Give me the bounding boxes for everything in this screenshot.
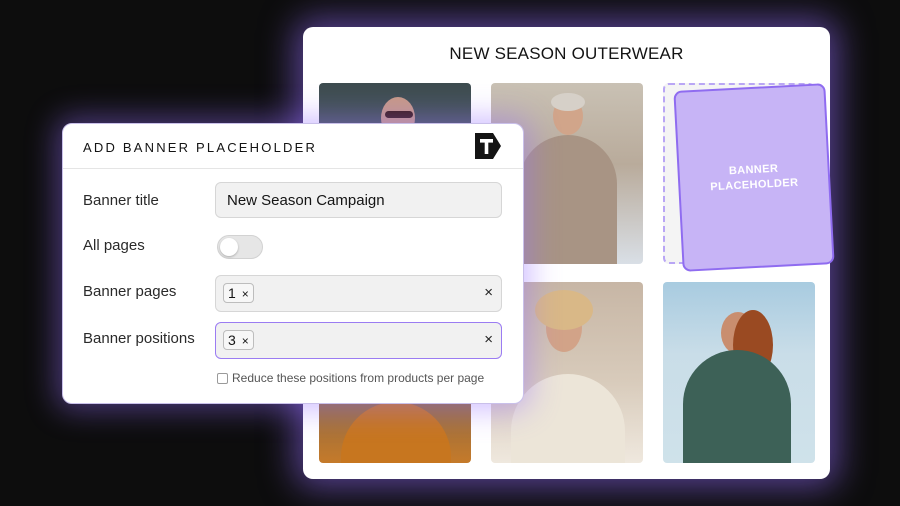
collection-title: NEW SEASON OUTERWEAR — [449, 44, 684, 63]
clear-icon[interactable]: × — [484, 331, 493, 348]
banner-positions-select[interactable]: 3 × × — [215, 322, 502, 359]
banner-placeholder-label: BANNER PLACEHOLDER — [710, 162, 799, 193]
banner-title-input[interactable]: New Season Campaign — [215, 182, 502, 218]
blonde-hair — [535, 290, 593, 330]
chip-value: 1 — [228, 285, 236, 301]
knit-sweater — [511, 374, 625, 463]
green-knit-coat — [683, 350, 791, 463]
banner-pages-chip: 1 × — [223, 283, 254, 303]
dialog-title: ADD BANNER PLACEHOLDER — [83, 140, 318, 155]
banner-title-label: Banner title — [83, 192, 159, 209]
reduce-positions-checkbox[interactable] — [217, 373, 228, 384]
chip-remove-icon[interactable]: × — [242, 334, 249, 348]
banner-positions-chip: 3 × — [223, 330, 254, 350]
toggle-knob — [220, 238, 238, 256]
banner-placeholder[interactable]: BANNER PLACEHOLDER — [673, 83, 835, 272]
orange-sweater — [341, 402, 451, 463]
chip-remove-icon[interactable]: × — [242, 287, 249, 301]
banner-positions-label: Banner positions — [83, 330, 195, 347]
chip-value: 3 — [228, 332, 236, 348]
dialog-header: ADD BANNER PLACEHOLDER — [63, 124, 523, 169]
banner-title-value: New Season Campaign — [227, 192, 385, 209]
add-banner-dialog: ADD BANNER PLACEHOLDER Banner title New … — [62, 123, 524, 404]
all-pages-label: All pages — [83, 237, 145, 254]
beanie — [551, 93, 585, 111]
all-pages-toggle[interactable] — [217, 235, 263, 259]
reduce-positions-label: Reduce these positions from products per… — [232, 371, 485, 385]
sunglasses — [385, 111, 413, 118]
banner-pages-select[interactable]: 1 × × — [215, 275, 502, 312]
t-logo-icon — [475, 133, 501, 159]
banner-pages-label: Banner pages — [83, 283, 177, 300]
fur-coat — [519, 135, 617, 264]
product-image-5[interactable] — [663, 282, 815, 463]
clear-icon[interactable]: × — [484, 284, 493, 301]
